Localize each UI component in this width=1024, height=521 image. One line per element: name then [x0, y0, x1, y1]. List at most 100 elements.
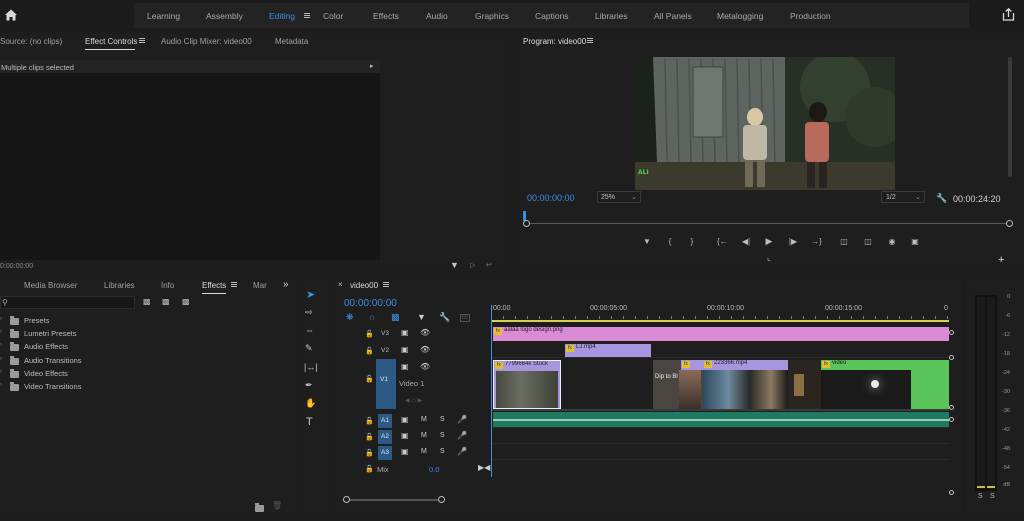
clip-lj[interactable]: fx LJ.mp4 — [565, 344, 651, 357]
lock-icon[interactable]: 🔓 — [365, 375, 374, 383]
type-tool-icon[interactable]: T — [306, 417, 313, 428]
tab-info[interactable]: Info — [161, 281, 174, 290]
new-bin-icon[interactable] — [255, 503, 264, 512]
scroll-handle[interactable] — [949, 417, 954, 422]
zoom-handle-left[interactable] — [523, 220, 530, 227]
solo-button[interactable]: S — [440, 448, 445, 455]
microphone-icon[interactable]: 🎤 — [457, 447, 467, 456]
workspace-captions[interactable]: Captions — [535, 11, 569, 21]
disclosure-arrow-icon[interactable]: › — [0, 382, 2, 388]
time-ruler[interactable]: :00:00 00:00:05:00 00:00:10:00 00:00:15:… — [491, 303, 949, 323]
accelerated-effects-icon[interactable]: ▩ — [143, 297, 151, 306]
zoom-handle-right[interactable] — [1006, 220, 1013, 227]
effects-search-input[interactable]: ⚲ — [0, 296, 135, 309]
folder-audio-effects[interactable]: › Audio Effects — [0, 341, 200, 354]
workspace-learning[interactable]: Learning — [147, 11, 180, 21]
clip-stock[interactable]: fx 7799664k Stock — [493, 360, 561, 409]
playhead-line[interactable] — [491, 305, 492, 477]
workspace-audio[interactable]: Audio — [426, 11, 448, 21]
lock-icon[interactable]: 🔓 — [365, 330, 374, 338]
solo-button[interactable]: S — [440, 416, 445, 423]
scroll-handle-top[interactable] — [949, 330, 954, 335]
clip-video[interactable]: fx video — [821, 360, 911, 409]
captions-icon[interactable]: cc — [460, 314, 470, 322]
workspace-menu-icon[interactable] — [304, 13, 310, 18]
timeline-timecode[interactable]: 00:00:00:00 — [344, 298, 397, 309]
tab-audio-clip-mixer[interactable]: Audio Clip Mixer: video00 — [161, 37, 252, 46]
lock-icon[interactable]: 🔓 — [365, 417, 374, 425]
mute-button[interactable]: M — [421, 432, 427, 439]
lock-icon[interactable]: 🔓 — [365, 433, 374, 441]
workspace-editing[interactable]: Editing — [269, 11, 295, 21]
workspace-metalogging[interactable]: Metalogging — [717, 11, 763, 21]
tab-libraries[interactable]: Libraries — [104, 281, 135, 290]
folder-audio-transitions[interactable]: › Audio Transitions — [0, 355, 200, 368]
workspace-all-panels[interactable]: All Panels — [654, 11, 692, 21]
add-marker-icon[interactable]: ▼ — [642, 237, 652, 246]
comparison-view-icon[interactable]: ▣ — [910, 237, 920, 246]
snap-icon[interactable]: ∩ — [369, 313, 375, 322]
clip-fx-segment[interactable]: fx — [681, 360, 703, 370]
workspace-libraries[interactable]: Libraries — [595, 11, 628, 21]
disclosure-arrow-icon[interactable]: › — [0, 356, 2, 362]
audio-clip-a1[interactable] — [493, 412, 949, 427]
mark-out-icon[interactable]: } — [687, 237, 697, 246]
play-only-audio-icon[interactable]: ▷ — [470, 261, 475, 269]
go-to-in-icon[interactable]: {← — [717, 237, 728, 246]
mute-button[interactable]: M — [421, 416, 427, 423]
sync-lock-icon[interactable]: ▣ — [401, 328, 409, 337]
extract-icon[interactable]: ◫ — [863, 237, 873, 246]
mix-volume[interactable]: 0.0 — [429, 465, 439, 474]
sync-lock-icon[interactable]: ▣ — [401, 415, 409, 424]
panel-menu-icon[interactable] — [139, 38, 145, 43]
wrench-icon[interactable]: 🔧 — [439, 313, 450, 322]
track-v2-label[interactable]: V2 — [378, 344, 392, 358]
lock-icon[interactable]: 🔓 — [365, 449, 374, 457]
slip-tool-icon[interactable]: |↔| — [304, 363, 318, 372]
work-area-bar[interactable] — [491, 320, 949, 322]
disclosure-arrow-icon[interactable]: › — [0, 329, 2, 335]
disclosure-arrow-icon[interactable]: › — [0, 342, 2, 348]
step-forward-icon[interactable]: |▶ — [788, 237, 798, 246]
vertical-scrollbar[interactable] — [949, 330, 954, 495]
solo-button[interactable]: S — [440, 432, 445, 439]
tab-effects[interactable]: Effects — [202, 281, 226, 290]
sync-lock-icon[interactable]: ▣ — [401, 431, 409, 440]
sync-lock-icon[interactable]: ▣ — [401, 345, 409, 354]
go-to-end-icon[interactable]: ▶◀ — [478, 463, 490, 472]
keyframe-prev-icon[interactable]: ◀ ◇ ▶ — [405, 397, 422, 404]
clip-dark-segment[interactable] — [788, 360, 821, 409]
monitor-scrollbar[interactable] — [1008, 57, 1012, 177]
track-a2-label[interactable]: A2 — [378, 430, 392, 444]
track-select-tool-icon[interactable]: ⇨ — [305, 308, 313, 317]
selection-tool-icon[interactable]: ➤ — [306, 290, 315, 301]
solo-right-button[interactable]: S — [990, 493, 995, 500]
yuv-effects-icon[interactable]: ▩ — [182, 297, 190, 306]
mute-button[interactable]: M — [421, 448, 427, 455]
tab-metadata[interactable]: Metadata — [275, 37, 308, 46]
export-icon[interactable]: ↩ — [486, 261, 492, 269]
microphone-icon[interactable]: 🎤 — [457, 431, 467, 440]
solo-left-button[interactable]: S — [978, 493, 983, 500]
step-back-icon[interactable]: ◀| — [741, 237, 751, 246]
scroll-handle[interactable] — [949, 405, 954, 410]
mark-in-icon[interactable]: { — [665, 237, 675, 246]
track-v1-target[interactable]: V1 — [376, 359, 396, 409]
workspace-production[interactable]: Production — [790, 11, 831, 21]
scroll-handle[interactable] — [949, 355, 954, 360]
sync-lock-icon[interactable]: ▣ — [401, 447, 409, 456]
home-icon[interactable] — [4, 8, 18, 22]
disclosure-arrow-icon[interactable]: › — [0, 316, 2, 322]
clip-logo[interactable]: fx aalaa logo design.png — [493, 327, 949, 341]
razor-tool-icon[interactable]: ✎ — [305, 344, 313, 353]
timeline-zoom-scrollbar[interactable] — [343, 495, 445, 505]
scroll-handle-left[interactable] — [343, 496, 350, 503]
filter-icon[interactable]: ▼ — [450, 260, 459, 270]
go-to-out-icon[interactable]: →} — [811, 237, 822, 246]
nest-sequence-icon[interactable]: ❋ — [346, 313, 354, 322]
ripple-edit-tool-icon[interactable]: ⇔ — [305, 326, 314, 335]
folder-video-effects[interactable]: › Video Effects — [0, 368, 200, 381]
32bit-effects-icon[interactable]: ▩ — [162, 297, 170, 306]
lock-icon[interactable]: 🔓 — [365, 465, 374, 473]
program-timecode[interactable]: 00:00:00:00 — [527, 193, 575, 203]
